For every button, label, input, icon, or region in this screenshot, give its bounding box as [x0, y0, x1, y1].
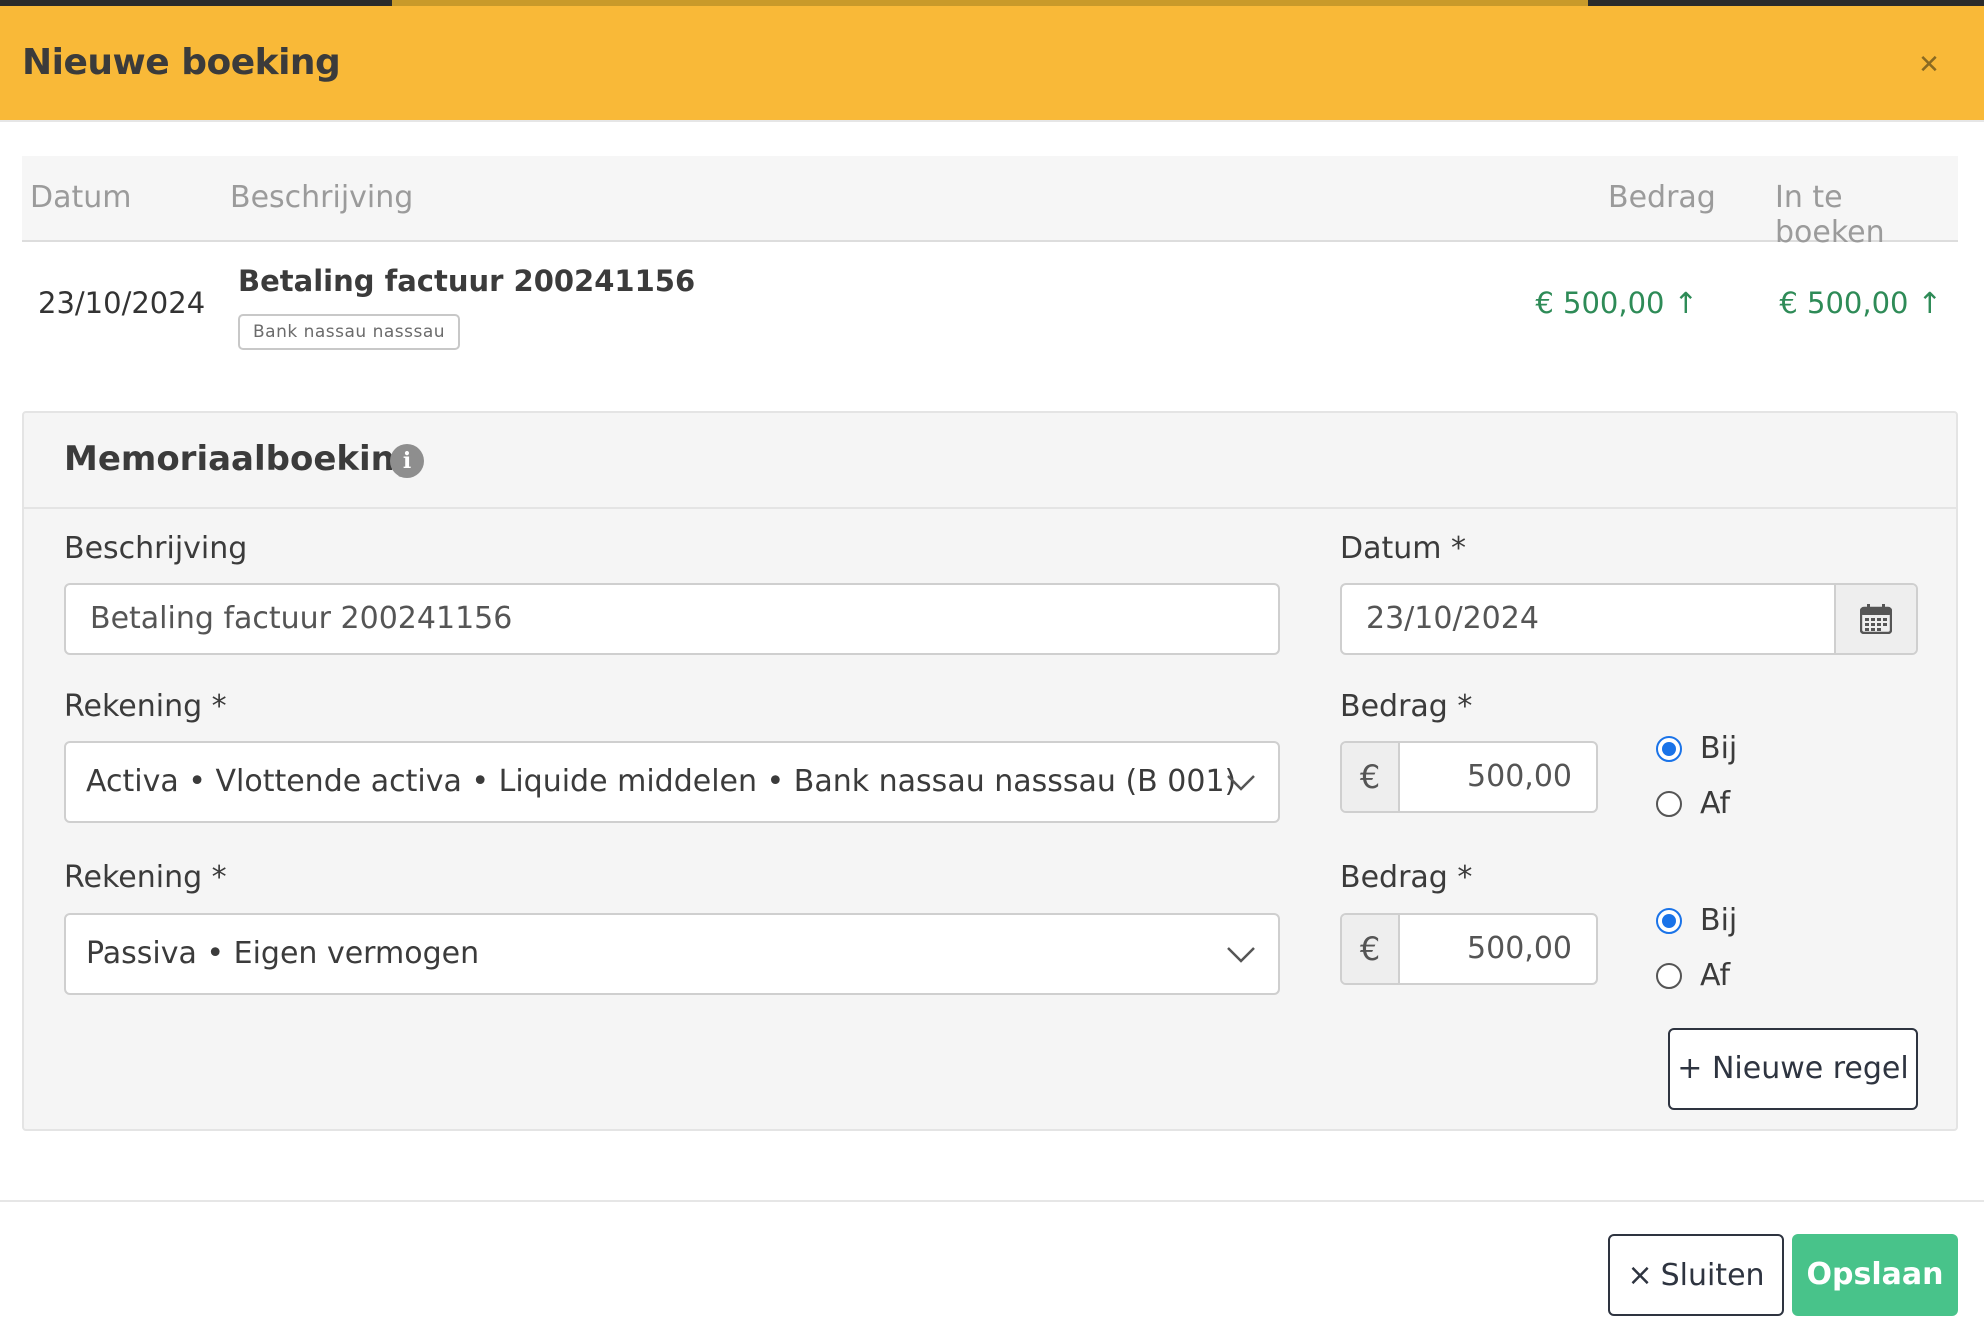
date-label: Datum *	[1340, 531, 1467, 566]
description-label: Beschrijving	[64, 531, 248, 566]
radio-af-1[interactable]: Af	[1656, 786, 1730, 821]
date-field[interactable]: 23/10/2024	[1340, 583, 1918, 655]
amount-input-2[interactable]: 500,00	[1467, 915, 1572, 983]
radio-label: Bij	[1700, 903, 1738, 938]
radio-bij-2[interactable]: Bij	[1656, 903, 1737, 938]
radio-button[interactable]	[1656, 907, 1682, 934]
panel-title: Memoriaalboeking	[64, 439, 420, 479]
radio-label: Af	[1700, 786, 1731, 821]
info-icon[interactable]: i	[390, 444, 424, 478]
close-button-label: Sluiten	[1660, 1257, 1765, 1293]
row-date: 23/10/2024	[38, 286, 206, 320]
amount-field-1[interactable]: € 500,00	[1340, 741, 1598, 813]
account-value-2: Passiva • Eigen vermogen	[86, 936, 480, 971]
radio-button[interactable]	[1656, 962, 1682, 989]
account-label-1: Rekening *	[64, 689, 227, 724]
account-select-2[interactable]: Passiva • Eigen vermogen	[64, 913, 1280, 995]
memoriaal-panel: Memoriaalboeking i Beschrijving Betaling…	[22, 411, 1958, 1131]
row-to-book: € 500,00 ↑	[1779, 286, 1942, 320]
calendar-icon[interactable]	[1834, 585, 1916, 653]
panel-header: Memoriaalboeking i	[24, 413, 1956, 509]
bank-tag: Bank nassau nasssau	[238, 314, 461, 350]
row-description: Betaling factuur 200241156	[238, 264, 696, 298]
close-button[interactable]: × Sluiten	[1608, 1234, 1784, 1316]
radio-button[interactable]	[1656, 790, 1682, 817]
column-header-beschrijving: Beschrijving	[230, 180, 414, 215]
amount-label-2: Bedrag *	[1340, 860, 1473, 895]
table-header: Datum Beschrijving Bedrag In te boeken	[22, 156, 1958, 250]
account-value-1: Activa • Vlottende activa • Liquide midd…	[86, 764, 1237, 799]
close-icon[interactable]: ✕	[1914, 50, 1944, 80]
modal-title: Nieuwe boeking	[22, 42, 341, 83]
radio-button[interactable]	[1656, 735, 1682, 762]
chevron-down-icon	[1227, 947, 1255, 963]
save-button[interactable]: Opslaan	[1792, 1234, 1958, 1316]
description-input[interactable]: Betaling factuur 200241156	[64, 583, 1280, 655]
radio-bij-1[interactable]: Bij	[1656, 731, 1737, 766]
column-header-datum: Datum	[30, 180, 132, 215]
close-icon: ×	[1627, 1257, 1653, 1293]
chevron-down-icon	[1227, 775, 1255, 791]
new-rule-button[interactable]: + Nieuwe regel	[1668, 1028, 1918, 1110]
footer-divider	[0, 1200, 1984, 1202]
euro-icon: €	[1342, 743, 1400, 811]
amount-field-2[interactable]: € 500,00	[1340, 913, 1598, 985]
radio-af-2[interactable]: Af	[1656, 958, 1730, 993]
radio-label: Af	[1700, 958, 1731, 993]
column-header-bedrag: Bedrag	[1608, 180, 1716, 215]
account-label-2: Rekening *	[64, 860, 227, 895]
amount-label-1: Bedrag *	[1340, 689, 1473, 724]
table-row: 23/10/2024 Betaling factuur 200241156 Ba…	[22, 244, 1958, 364]
account-select-1[interactable]: Activa • Vlottende activa • Liquide midd…	[64, 741, 1280, 823]
amount-input-1[interactable]: 500,00	[1467, 743, 1572, 811]
row-amount: € 500,00 ↑	[1535, 286, 1698, 320]
radio-label: Bij	[1700, 731, 1738, 766]
column-header-in-te-boeken: In te boeken	[1775, 180, 1885, 250]
date-input[interactable]: 23/10/2024	[1366, 585, 1539, 653]
modal-header: Nieuwe boeking ✕	[0, 6, 1984, 122]
euro-icon: €	[1342, 915, 1400, 983]
